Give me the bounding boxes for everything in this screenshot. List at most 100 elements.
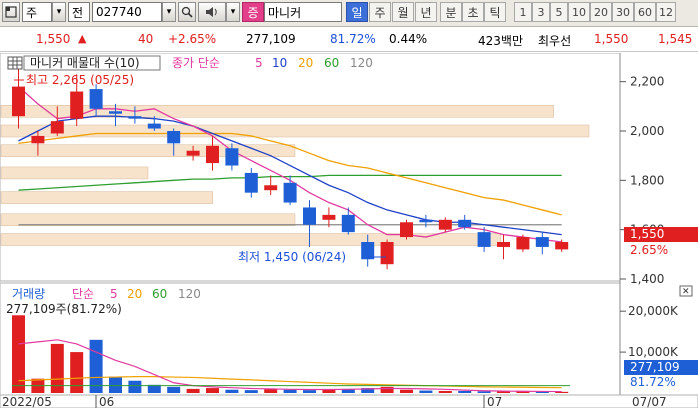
stock-chart[interactable]: 1,4001,6001,8002,0002,20010,000K20,000K … (0, 52, 698, 409)
market-dropdown-button[interactable]: ▾ (52, 2, 66, 22)
volume-y-label: 20,000K (628, 304, 679, 318)
candle-down (167, 131, 181, 144)
volume-bar (89, 339, 103, 393)
candle-down (128, 116, 142, 119)
interval-tab[interactable]: 30 (612, 2, 634, 22)
candle-up (50, 121, 64, 134)
volume-profile-bar (0, 213, 296, 227)
candle-up (516, 237, 530, 250)
speaker-icon (206, 7, 217, 17)
candle-up (70, 91, 84, 119)
current-vol-pct-text: 81.72% (630, 375, 676, 389)
stock-code-input[interactable]: 027740 (92, 2, 162, 22)
x-label-jul: 07 (487, 395, 502, 408)
current-price-tag-text: 1,550 (630, 227, 664, 241)
market-select[interactable]: 주 (22, 2, 52, 22)
vol-legend-ma5: 5 (110, 287, 118, 301)
code-dropdown-button[interactable]: ▾ (162, 2, 176, 22)
period-tab[interactable]: 분 (440, 2, 462, 22)
volume-y-label: 10,000K (628, 345, 679, 359)
volume-profile-bar (0, 233, 502, 246)
candle-down (303, 207, 316, 225)
chevron-down-icon: ▾ (230, 7, 236, 17)
volume-profile-bar (0, 124, 590, 138)
x-label-jun: 06 (99, 395, 114, 408)
interval-tab[interactable]: 10 (568, 2, 590, 22)
volume-bar (128, 380, 142, 393)
period-tab[interactable]: 월 (392, 2, 414, 22)
volume-bar (303, 390, 316, 393)
price-y-label: 2,000 (630, 124, 664, 138)
interval-tab[interactable]: 3 (532, 2, 550, 22)
candle-up (322, 214, 336, 220)
grid-icon[interactable] (7, 56, 23, 70)
stock-name-field[interactable]: 마니커 (264, 2, 342, 22)
period-tab[interactable]: 주 (369, 2, 391, 22)
candle-down (535, 237, 549, 247)
interval-tab[interactable]: 5 (550, 2, 568, 22)
market-label: 주 (26, 5, 38, 20)
candle-up (186, 150, 200, 156)
legend-ma120: 120 (350, 56, 373, 70)
interval-tab[interactable]: 12 (656, 2, 676, 22)
legend-ma10: 10 (272, 56, 287, 70)
period-tab[interactable]: 초 (462, 2, 484, 22)
volume-bar (380, 386, 394, 393)
priority-label: 최우선 (538, 34, 572, 48)
turnover-rate: 0.44% (389, 32, 428, 46)
candle-up (380, 242, 394, 265)
volume-bar (12, 315, 25, 393)
chevron-down-icon: ▾ (56, 7, 62, 17)
close-icon: ✕ (682, 287, 690, 297)
candle-down (458, 219, 472, 228)
candle-up (438, 219, 452, 230)
current-price: 1,550 (36, 32, 71, 46)
volume-bar (109, 376, 122, 393)
volume-profile-bar (0, 166, 149, 180)
search-button[interactable] (178, 2, 196, 22)
vol-legend-ma120: 120 (178, 287, 201, 301)
volume-bar (419, 390, 433, 393)
candle-up (31, 135, 45, 144)
interval-tab[interactable]: 1 (514, 2, 532, 22)
period-tab[interactable]: 년 (415, 2, 437, 22)
current-volume-tag-text: 277,109 (630, 360, 680, 374)
chart-area: 1,4001,6001,8002,0002,20010,000K20,000K … (0, 52, 698, 409)
bid-price: 1,545 (658, 32, 693, 46)
volume-profile-bar (0, 191, 213, 204)
interval-tab[interactable]: 20 (590, 2, 612, 22)
candle-up (264, 185, 278, 191)
x-label-start: 2022/05 (2, 395, 52, 408)
candle-up (555, 242, 569, 250)
volume-bar (206, 388, 219, 393)
low-price-note: 최저 1,450 (06/24) (238, 250, 346, 264)
type-badge: 증 (242, 2, 264, 22)
volume-value: 277,109 (246, 32, 296, 46)
candle-down (341, 214, 355, 233)
trade-amount: 423백만 (478, 34, 523, 48)
period-tab[interactable]: 일 (346, 2, 368, 22)
volume-bar (477, 391, 491, 393)
vol-legend-ma60: 60 (152, 287, 167, 301)
volume-bar (400, 389, 413, 393)
sound-dropdown-button[interactable]: ▾ (226, 2, 240, 22)
vol-legend-ma20: 20 (127, 287, 142, 301)
prefix-field[interactable]: 전 (68, 2, 90, 22)
type-badge-label: 증 (247, 5, 259, 20)
volume-bar (283, 389, 297, 393)
candle-up (497, 242, 510, 247)
interval-tab[interactable]: 60 (634, 2, 656, 22)
volume-panel-title: 거래량 (12, 287, 45, 301)
stock-code-value: 027740 (96, 5, 142, 19)
high-price-note: 최고 2,265 (05/25) (26, 73, 134, 87)
candle-down (89, 89, 103, 109)
volume-bar (167, 386, 181, 393)
legend-ma60: 60 (324, 56, 339, 70)
sound-button[interactable] (198, 2, 226, 22)
price-y-label: 1,800 (630, 173, 664, 187)
change-percent: +2.65% (168, 32, 217, 46)
window-icon[interactable] (2, 2, 20, 22)
x-label-right-axis: 07/07 (632, 395, 667, 408)
volume-bar (186, 388, 200, 393)
period-tab[interactable]: 틱 (484, 2, 506, 22)
